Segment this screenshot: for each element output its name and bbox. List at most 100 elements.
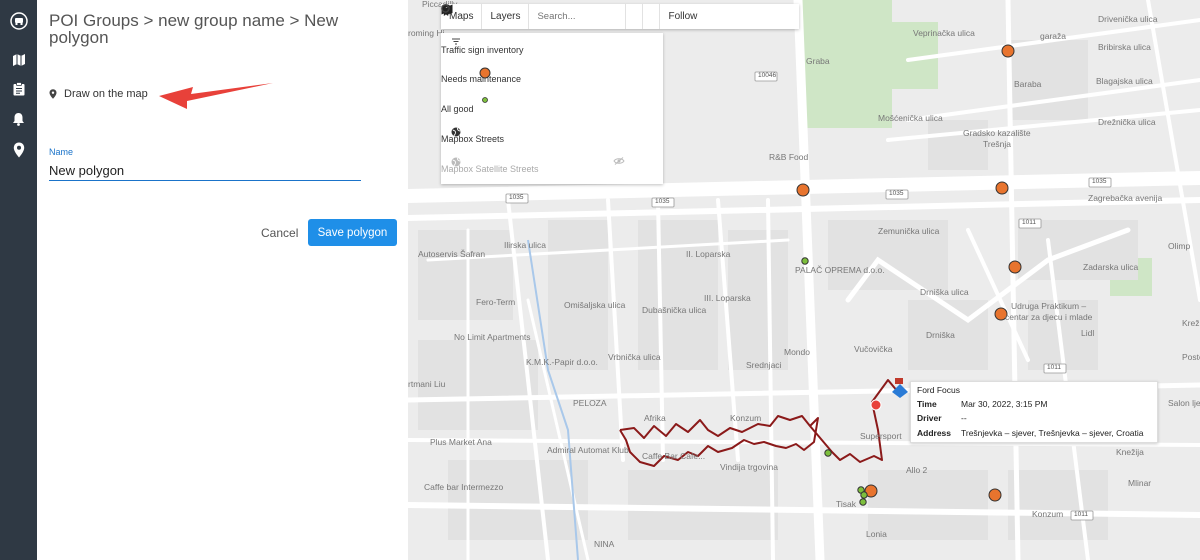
poi-edit-panel: POI Groups > new group name > New polygo…: [37, 0, 408, 560]
map-label: Konzum: [730, 413, 762, 423]
map-label: Ilirska ulica: [504, 240, 547, 250]
follow-label: Follow: [668, 11, 698, 22]
road-number: 1035: [889, 190, 904, 197]
map-label: Veprinačka ulica: [913, 28, 975, 38]
map-label: Drivenička ulica: [1098, 14, 1158, 24]
map-label: Lidl: [1081, 328, 1095, 338]
annotation-arrow: [159, 83, 273, 109]
road-number: 10046: [758, 72, 777, 79]
map-label: Caffe Bar Cafe...: [642, 451, 706, 461]
orange-dot-icon: [479, 67, 491, 79]
map-label: Konzum: [1032, 509, 1064, 519]
map-label: Mondo: [784, 347, 810, 357]
map-label: Lonia: [866, 529, 887, 539]
map-pin-icon: [49, 89, 57, 99]
green-dot-icon: [482, 97, 488, 103]
all-good-label: All good: [441, 104, 474, 114]
map-label: Drniška ulica: [920, 287, 969, 297]
follow-button[interactable]: Follow: [441, 4, 705, 29]
info-button[interactable]: [441, 4, 642, 29]
map-label: III. Loparska: [704, 293, 751, 303]
map-label: Zagrebačka avenija: [1088, 193, 1163, 203]
map-view[interactable]: Piccadilly roming Hi Veprinačka ulica Dr…: [408, 0, 1200, 560]
map-label: Salon ljepo: [1168, 398, 1200, 408]
map-label: Knežija: [1116, 447, 1144, 457]
road-number: 1011: [1047, 364, 1061, 371]
nav-rail: [0, 0, 37, 560]
map-label: Gradsko kazalište: [963, 128, 1031, 138]
address-key: Address: [917, 428, 952, 438]
layers-label: Layers: [490, 11, 521, 22]
map-label: Blagajska ulica: [1096, 76, 1153, 86]
map-label: Caffe bar Intermezzo: [424, 482, 504, 492]
name-input[interactable]: [49, 160, 361, 181]
map-label: II. Loparska: [686, 249, 731, 259]
road-number: 1011: [1074, 511, 1088, 518]
map-label: Afrika: [644, 413, 666, 423]
road-number: 1035: [509, 194, 524, 201]
bell-icon[interactable]: [0, 104, 37, 134]
eye-hidden-icon[interactable]: [613, 157, 625, 165]
map-label: Dubašnička ulica: [642, 305, 707, 315]
map-label: Fero-Term: [476, 297, 516, 307]
map-label: rtmani Liu: [408, 379, 446, 389]
map-label: Omišaljska ulica: [564, 300, 626, 310]
map-label: Mlinar: [1128, 478, 1152, 488]
map-label: roming Hi: [408, 28, 445, 38]
follow-radio-icon: [441, 4, 450, 13]
map-label: Bribirska ulica: [1098, 42, 1151, 52]
map-label: Krež: [1182, 318, 1200, 328]
layer-mapbox-satellite[interactable]: Mapbox Satellite Streets: [441, 157, 663, 181]
name-field-label: Name: [49, 147, 74, 157]
layer-needs-maintenance[interactable]: Needs maintenance: [441, 67, 663, 91]
vehicle-popup: Ford Focus Time Mar 30, 2022, 3:15 PM Dri…: [910, 381, 1158, 443]
map-label: K.M.K.-Papir d.o.o.: [526, 357, 598, 367]
map-toolbar: Maps Layers Follow: [441, 4, 799, 29]
layer-all-good[interactable]: All good: [441, 97, 663, 121]
layer-group-traffic-signs[interactable]: Traffic sign inventory: [441, 38, 663, 62]
map-label: Supersport: [860, 431, 902, 441]
map-label: R&B Food: [769, 152, 809, 162]
time-key: Time: [917, 399, 937, 409]
map-label: Baraba: [1014, 79, 1042, 89]
save-polygon-button[interactable]: Save polygon: [308, 219, 397, 246]
clipboard-icon[interactable]: [0, 74, 37, 104]
map-label: No Limit Apartments: [454, 332, 531, 342]
layer-mapbox-streets[interactable]: Mapbox Streets: [441, 127, 663, 151]
street-view-button[interactable]: [442, 4, 659, 29]
map-label: Zemunička ulica: [878, 226, 940, 236]
search-box: [441, 4, 625, 29]
map-label: NINA: [594, 539, 615, 549]
road-number: 1035: [655, 198, 670, 205]
map-label: Vrbnička ulica: [608, 352, 661, 362]
map-label: Graba: [806, 56, 830, 66]
layers-button[interactable]: Layers: [441, 4, 528, 29]
breadcrumb: POI Groups > new group name > New polygo…: [49, 11, 339, 47]
map-label: Drniška: [926, 330, 955, 340]
vehicle-icon[interactable]: [0, 6, 37, 36]
map-label: Postolar i: [1182, 352, 1200, 362]
filter-lines-icon: [452, 38, 460, 45]
map-label: Mošćenička ulica: [878, 113, 943, 123]
map-label: Admiral Automat Klub: [547, 445, 629, 455]
map-icon[interactable]: [0, 45, 37, 75]
map-label: Drežnička ulica: [1098, 117, 1156, 127]
poi-pin-icon[interactable]: [0, 135, 37, 165]
search-input[interactable]: [533, 11, 622, 22]
globe-icon: [451, 127, 461, 137]
map-label: Zadarska ulica: [1083, 262, 1139, 272]
draw-on-map-button[interactable]: Draw on the map: [49, 88, 148, 100]
driver-value: --: [961, 413, 967, 423]
vehicle-name: Ford Focus: [917, 385, 960, 395]
map-label: Autoservis Šafran: [418, 249, 486, 259]
map-label: Vučovička: [854, 344, 893, 354]
map-label: Udruga Praktikum –: [1011, 301, 1087, 311]
road-number: 1011: [1022, 219, 1036, 226]
map-label: Allo 2: [906, 465, 928, 475]
layers-panel: Traffic sign inventory Needs maintenance…: [441, 33, 663, 184]
cancel-button[interactable]: Cancel: [253, 221, 306, 245]
address-value: Trešnjevka – sjever, Trešnjevka – sjever…: [961, 428, 1144, 438]
map-label: Srednjaci: [746, 360, 782, 370]
map-label: centar za djecu i mlade: [1005, 312, 1093, 322]
map-label: PALAČ OPREMA d.o.o.: [795, 265, 885, 275]
